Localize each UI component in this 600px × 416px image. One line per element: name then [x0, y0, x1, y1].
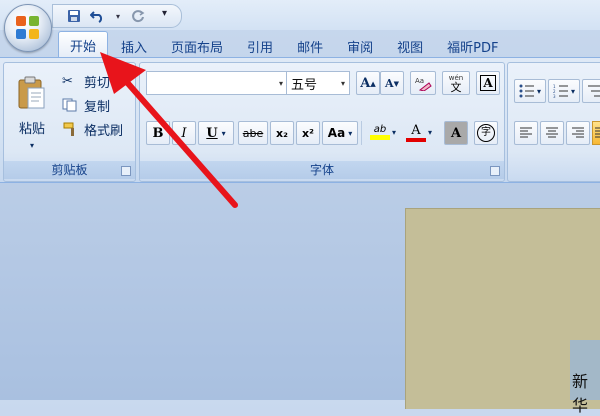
font-group-label: 字体: [140, 161, 504, 179]
align-left-button[interactable]: [514, 121, 538, 145]
enclose-characters-icon: 字: [477, 124, 495, 142]
character-border-button[interactable]: A: [476, 71, 500, 95]
underline-button[interactable]: U ▾: [198, 121, 234, 145]
enclose-characters-button[interactable]: 字: [474, 121, 498, 145]
chevron-down-icon[interactable]: ▾: [348, 129, 352, 138]
clipboard-group: 粘贴 ▾ ✂ 剪切 复制 格式刷 剪贴板: [3, 62, 136, 182]
strikethrough-button[interactable]: abe: [238, 121, 268, 145]
copy-label: 复制: [84, 99, 111, 115]
chevron-down-icon[interactable]: ▾: [337, 79, 349, 88]
strikethrough-icon: abe: [242, 126, 264, 140]
tab-insert[interactable]: 插入: [110, 34, 158, 58]
chevron-down-icon[interactable]: ▾: [428, 128, 432, 137]
tab-view[interactable]: 视图: [386, 34, 434, 58]
align-center-button[interactable]: [540, 121, 564, 145]
paste-button[interactable]: 粘贴 ▾: [10, 69, 54, 157]
redo-icon[interactable]: [129, 7, 147, 25]
customize-qat-dropdown[interactable]: ▾: [162, 8, 167, 19]
clipboard-group-label: 剪贴板: [4, 161, 135, 179]
bullets-button[interactable]: ▾: [514, 79, 546, 103]
ribbon-tabs: 开始 插入 页面布局 引用 邮件 审阅 视图 福昕PDF: [58, 30, 511, 58]
font-color-button[interactable]: A ▾: [402, 119, 436, 145]
align-left-icon: [520, 127, 532, 138]
numbering-button[interactable]: 123 ▾: [548, 79, 580, 103]
chevron-down-icon[interactable]: ▾: [571, 87, 575, 96]
toolbar-separator: [361, 121, 362, 145]
font-dialog-launcher[interactable]: [490, 166, 500, 176]
phonetic-guide-button[interactable]: wén 文: [442, 71, 470, 95]
format-painter-button[interactable]: 格式刷: [62, 119, 123, 139]
character-shading-icon: A: [450, 125, 462, 141]
clipboard-dialog-launcher[interactable]: [121, 166, 131, 176]
italic-button[interactable]: I: [172, 121, 196, 145]
chevron-down-icon[interactable]: ▾: [537, 87, 541, 96]
document-text: 新华: [572, 372, 589, 415]
underline-icon: U: [206, 125, 218, 141]
cut-label: 剪切: [84, 75, 111, 91]
align-right-button[interactable]: [566, 121, 590, 145]
chevron-down-icon[interactable]: ▾: [392, 128, 396, 137]
text-highlight-button[interactable]: ab ▾: [366, 119, 400, 145]
scissors-icon: ✂: [62, 73, 73, 89]
multilevel-list-button[interactable]: [582, 79, 600, 103]
font-size-combobox[interactable]: 五号 ▾: [286, 71, 350, 95]
font-group: ▾ 五号 ▾ A ▲ A ▼ Aa wén 文 A B I U ▾ abe x₂ x…: [139, 62, 505, 182]
subscript-button[interactable]: x₂: [270, 121, 294, 145]
change-case-button[interactable]: Aa ▾: [322, 121, 358, 145]
multilevel-list-icon: [588, 85, 600, 97]
paste-label: 粘贴: [18, 122, 45, 137]
font-size-value: 五号: [291, 77, 318, 93]
tab-references[interactable]: 引用: [236, 34, 284, 58]
justify-button[interactable]: [592, 121, 600, 145]
shrink-font-icon: A: [385, 76, 394, 90]
office-button[interactable]: [4, 4, 52, 52]
paragraph-group: ▾ 123 ▾: [507, 62, 600, 182]
numbering-icon: 123: [553, 84, 568, 98]
highlight-glyph: ab: [373, 124, 387, 135]
bold-button[interactable]: B: [146, 121, 170, 145]
format-painter-icon: [63, 122, 74, 136]
svg-text:Aa: Aa: [415, 77, 424, 85]
format-painter-label: 格式刷: [84, 123, 124, 139]
highlight-color-bar: [369, 135, 390, 140]
undo-icon[interactable]: [89, 7, 107, 25]
ribbon: 粘贴 ▾ ✂ 剪切 复制 格式刷 剪贴板 ▾ 五号 ▾ A ▲ A ▼ Aa w…: [0, 57, 600, 183]
bullets-icon: [519, 84, 534, 98]
undo-dropdown-icon[interactable]: ▾: [109, 7, 127, 25]
font-color-glyph: A: [411, 122, 421, 138]
clear-formatting-button[interactable]: Aa: [410, 71, 436, 95]
phonetic-char: 文: [450, 81, 462, 94]
tab-home[interactable]: 开始: [58, 31, 109, 58]
align-center-icon: [546, 127, 558, 138]
font-color-bar: [405, 137, 426, 142]
tab-page-layout[interactable]: 页面布局: [160, 34, 234, 58]
font-name-combobox[interactable]: ▾: [146, 71, 288, 95]
change-case-icon: Aa: [327, 126, 346, 140]
title-bar: ▾ ▾: [0, 0, 600, 30]
superscript-button[interactable]: x²: [296, 121, 320, 145]
eraser-icon: Aa: [415, 77, 432, 91]
cut-button[interactable]: ✂ 剪切: [62, 71, 110, 91]
tab-foxit-pdf[interactable]: 福昕PDF: [436, 34, 509, 58]
save-icon[interactable]: [65, 7, 83, 25]
shrink-font-button[interactable]: A ▼: [380, 71, 404, 95]
tab-mailings[interactable]: 邮件: [286, 34, 334, 58]
font-color-icon: A: [405, 122, 426, 142]
office-logo-icon: [16, 16, 40, 40]
paste-dropdown-icon[interactable]: ▾: [30, 141, 34, 150]
paste-icon: [18, 76, 45, 109]
copy-button[interactable]: 复制: [62, 95, 110, 115]
svg-text:3: 3: [553, 94, 556, 98]
character-shading-button[interactable]: A: [444, 121, 468, 145]
align-right-icon: [572, 127, 584, 138]
grow-font-icon: A: [360, 75, 371, 91]
highlighter-icon: ab: [369, 124, 390, 140]
tab-review[interactable]: 审阅: [336, 34, 384, 58]
justify-icon: [595, 127, 600, 138]
chevron-down-icon[interactable]: ▾: [222, 129, 226, 138]
grow-font-button[interactable]: A ▲: [356, 71, 380, 95]
copy-icon: [62, 98, 77, 112]
character-border-icon: A: [480, 75, 496, 91]
